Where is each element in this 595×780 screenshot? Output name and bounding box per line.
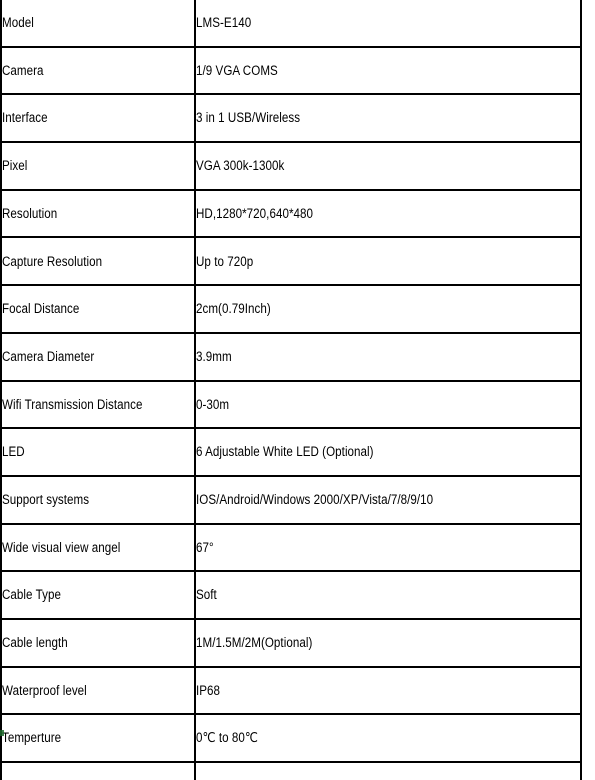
spec-value-cell: 0-30m — [194, 379, 582, 430]
spec-label-cell: Cable length — [0, 617, 196, 668]
spec-value-text: 2cm(0.79Inch) — [196, 301, 271, 317]
specification-table: Model LMS-E140 Camera 1/9 VGA COMS Interface… — [0, 0, 582, 780]
spec-value-cell: IP68 — [194, 665, 582, 716]
spec-value-text: Up to 720p — [196, 253, 254, 269]
spec-value-text: 0℃ to 80℃ — [196, 730, 258, 746]
spec-value-text: 6 Adjustable White LED (Optional) — [196, 444, 374, 460]
spec-value-text: HD,1280*720,640*480 — [196, 205, 314, 221]
table-row: Pixel VGA 300k-1300k — [0, 141, 582, 191]
spec-value-cell: Soft — [194, 570, 582, 620]
table-row: Temperture 0℃ to 80℃ — [0, 713, 582, 763]
spec-label-cell: Cable Type — [0, 570, 196, 620]
spec-value-cell: 2cm(0.79Inch) — [194, 284, 582, 334]
table-row: Camera 1/9 VGA COMS — [0, 45, 582, 96]
spec-value-text: 1/9 VGA COMS — [196, 62, 278, 78]
spec-value-cell: 1/9 VGA COMS — [194, 45, 582, 96]
table-row: Cable length 1M/1.5M/2M(Optional) — [0, 617, 582, 668]
table-row: Camera Diameter 3.9mm — [0, 331, 582, 382]
spec-value-text: 0-30m — [196, 396, 230, 412]
spec-label-cell: Focal Distance — [0, 284, 196, 334]
spec-value-text: Soft — [196, 587, 217, 603]
table-row: ColorSilver/Gold — [0, 761, 582, 780]
spec-value-text: 3.9mm — [196, 348, 232, 364]
spec-value-cell: LMS-E140 — [194, 0, 582, 48]
spec-label-text: Pixel — [2, 158, 28, 174]
table-row: Capture Resolution Up to 720p — [0, 236, 582, 287]
spec-label-text: Focal Distance — [2, 301, 80, 317]
spec-label-text: LED — [2, 444, 25, 460]
spec-label-text: Wifi Transmission Distance — [2, 396, 143, 412]
specification-table-viewport: Model LMS-E140 Camera 1/9 VGA COMS Interface… — [0, 0, 595, 780]
table-row: Support systems IOS/Android/Windows 2000/… — [0, 474, 582, 525]
spec-label-cell: Resolution — [0, 188, 196, 239]
spec-label-cell: Waterproof level — [0, 665, 196, 716]
spec-value-text: 3 in 1 USB/Wireless — [196, 110, 301, 126]
spec-label-text: Wide visual view angel — [2, 539, 121, 555]
spec-label-cell: Model — [0, 0, 196, 48]
spec-label-text: Support systems — [2, 491, 90, 507]
spec-label-cell: Temperture — [0, 713, 196, 763]
spec-label-cell: Capture Resolution — [0, 236, 196, 287]
spec-label-cell: Wide visual view angel — [0, 522, 196, 573]
spec-label-text: Camera — [2, 62, 44, 78]
spec-label-text: Temperture — [2, 730, 62, 746]
spec-value-text: IP68 — [196, 682, 221, 698]
table-row: Wifi Transmission Distance 0-30m — [0, 379, 582, 430]
table-row: Cable Type Soft — [0, 570, 582, 620]
spec-value-cell: 67° — [194, 522, 582, 573]
spec-label-text: Model — [2, 15, 34, 31]
spec-label-text: Resolution — [2, 205, 58, 221]
spec-label-cell: Support systems — [0, 474, 196, 525]
spec-label-text: Camera Diameter — [2, 348, 95, 364]
spec-label-cell: Camera Diameter — [0, 331, 196, 382]
spec-value-cell: Up to 720p — [194, 236, 582, 287]
spec-label-text: Capture Resolution — [2, 253, 103, 269]
table-row: LED 6 Adjustable White LED (Optional) — [0, 427, 582, 477]
table-row: Wide visual view angel 67° — [0, 522, 582, 573]
spec-value-cell: 1M/1.5M/2M(Optional) — [194, 617, 582, 668]
spec-value-cell: HD,1280*720,640*480 — [194, 188, 582, 239]
spec-value-cell: VGA 300k-1300k — [194, 141, 582, 191]
spec-label-text: Cable length — [2, 635, 68, 651]
spec-value-cell: 3 in 1 USB/Wireless — [194, 93, 582, 144]
spec-label-cell: Interface — [0, 93, 196, 144]
spec-value-cell: 0℃ to 80℃ — [194, 713, 582, 763]
spec-value-text: 67° — [196, 539, 214, 555]
specification-table-body: Model LMS-E140 Camera 1/9 VGA COMS Interface… — [0, 0, 582, 780]
spec-label-text: Interface — [2, 110, 48, 126]
spec-value-text: 1M/1.5M/2M(Optional) — [196, 635, 313, 651]
spec-value-cell: 6 Adjustable White LED (Optional) — [194, 427, 582, 477]
spec-label-cell: Wifi Transmission Distance — [0, 379, 196, 430]
spec-value-text: VGA 300k-1300k — [196, 158, 285, 174]
table-row: Waterproof level IP68 — [0, 665, 582, 716]
spec-label-cell: LED — [0, 427, 196, 477]
spec-value-text: IOS/Android/Windows 2000/XP/Vista/7/8/9/… — [196, 491, 434, 507]
spec-label-cell: Pixel — [0, 141, 196, 191]
spec-value-text: LMS-E140 — [196, 15, 252, 31]
spec-label-cell: Camera — [0, 45, 196, 96]
table-row: Resolution HD,1280*720,640*480 — [0, 188, 582, 239]
table-row: Interface 3 in 1 USB/Wireless — [0, 93, 582, 144]
spec-label-text: Waterproof level — [2, 682, 87, 698]
spec-value-cell: Silver/Gold — [194, 761, 582, 780]
spec-label-cell: Color — [0, 761, 196, 780]
table-row: Model LMS-E140 — [0, 0, 582, 48]
table-row: Focal Distance 2cm(0.79Inch) — [0, 284, 582, 334]
spec-label-text: Cable Type — [2, 587, 61, 603]
spec-value-cell: 3.9mm — [194, 331, 582, 382]
spec-value-cell: IOS/Android/Windows 2000/XP/Vista/7/8/9/… — [194, 474, 582, 525]
